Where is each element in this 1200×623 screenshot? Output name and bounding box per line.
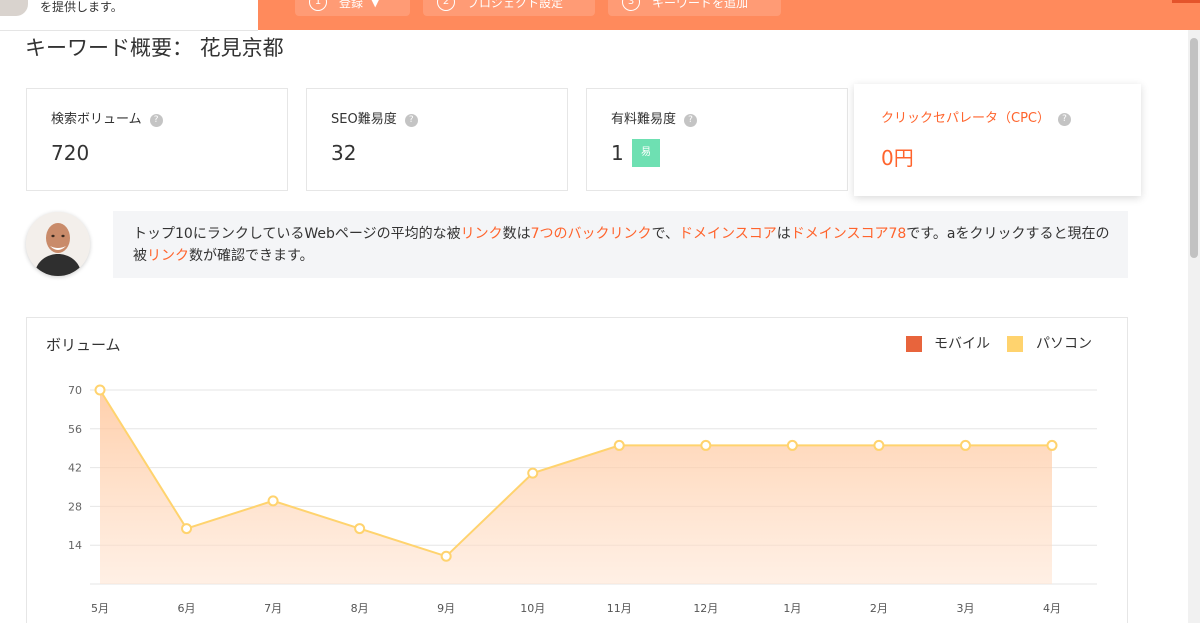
y-tick-label: 14 (68, 539, 82, 552)
data-point (440, 550, 452, 562)
data-point (354, 523, 366, 535)
y-tick-label: 42 (68, 462, 82, 475)
x-tick-label: 9月 (437, 602, 455, 615)
x-tick-label: 2月 (870, 602, 888, 615)
x-tick-label: 4月 (1043, 602, 1061, 615)
volume-chart: 14 28 42 56 70 5月 6月 7月 8月 9月 10月 11月 12月 1月 2月 3月 4月 (68, 384, 1097, 615)
x-tick-label: 11月 (607, 602, 632, 615)
data-point (959, 439, 971, 451)
x-tick-label: 8月 (351, 602, 369, 615)
x-tick-label: 10月 (520, 602, 545, 615)
series-area-desktop (100, 390, 1052, 584)
data-point (613, 439, 625, 451)
data-point (527, 467, 539, 479)
y-tick-label: 70 (68, 384, 82, 397)
data-point (94, 384, 106, 396)
data-point (181, 523, 193, 535)
data-point (873, 439, 885, 451)
x-tick-label: 1月 (783, 602, 801, 615)
data-point (700, 439, 712, 451)
x-tick-label: 5月 (91, 602, 109, 615)
y-tick-label: 56 (68, 423, 82, 436)
x-tick-label: 3月 (956, 602, 974, 615)
data-point (786, 439, 798, 451)
data-point (267, 495, 279, 507)
x-tick-label: 7月 (264, 602, 282, 615)
y-tick-label: 28 (68, 500, 82, 513)
data-point (1046, 439, 1058, 451)
x-tick-label: 12月 (693, 602, 718, 615)
x-tick-label: 6月 (178, 602, 196, 615)
